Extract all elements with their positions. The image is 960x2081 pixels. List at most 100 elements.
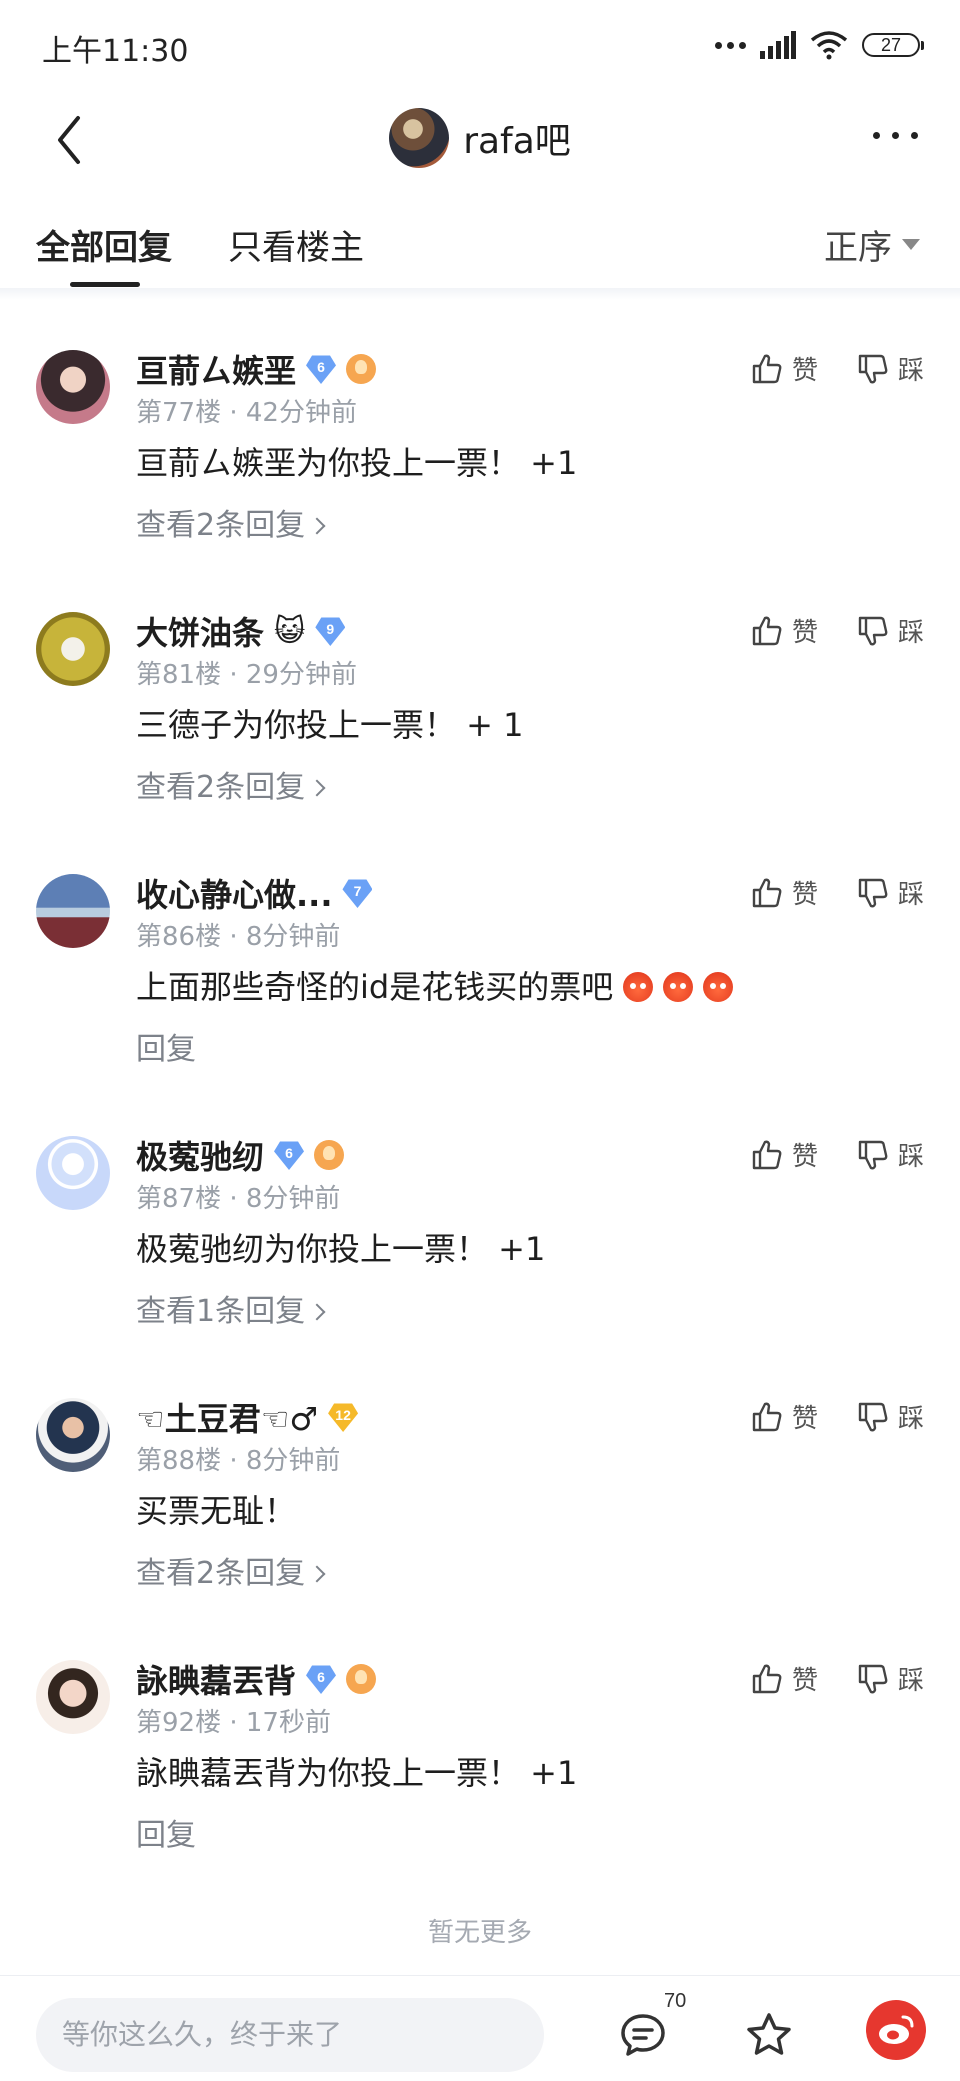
sub-link-label: 回复	[136, 1818, 196, 1853]
avatar[interactable]	[36, 612, 110, 686]
status-time: 上午11:30	[42, 34, 189, 69]
bottom-bar: 等你这么久，终于来了 70	[0, 1975, 960, 2081]
signal-icon	[760, 31, 796, 59]
view-replies-link[interactable]: 查看2条回复	[136, 762, 326, 806]
sort-order-dropdown[interactable]: 正序	[824, 220, 920, 269]
forum-name: rafa吧	[463, 121, 571, 162]
dislike-button[interactable]: 踩	[856, 1660, 924, 1697]
reply-item[interactable]: ☜土豆君☜♂ 12 第88楼 · 8分钟前 买票无耻！ 查看2条回复赞踩	[0, 1348, 960, 1610]
thumbs-down-icon	[856, 1400, 890, 1434]
like-button[interactable]: 赞	[750, 1660, 818, 1697]
meta-separator: ·	[221, 1446, 246, 1476]
thumbs-down-icon	[856, 876, 890, 910]
sub-link-label: 查看1条回复	[136, 1294, 306, 1329]
avatar[interactable]	[36, 350, 110, 424]
reply-actions: 赞踩	[750, 1660, 924, 1697]
view-replies-link[interactable]: 查看2条回复	[136, 500, 326, 544]
sort-order-label: 正序	[824, 228, 892, 268]
reply-author-row: 收心静心做... 7	[136, 870, 373, 916]
dislike-button[interactable]: 踩	[856, 1398, 924, 1435]
tab-all-replies[interactable]: 全部回复	[36, 220, 172, 269]
reply-author-name[interactable]: 亘葥ㄙ嫉垩	[136, 346, 296, 392]
reply-link[interactable]: 回复	[136, 1024, 196, 1068]
thumbs-down-icon	[856, 614, 890, 648]
reply-item[interactable]: 亘葥ㄙ嫉垩 6 第77楼 · 42分钟前亘葥ㄙ嫉垩为你投上一票！ +1 查看2条回复 赞…	[0, 300, 960, 562]
tab-op-only[interactable]: 只看楼主	[228, 220, 364, 269]
reply-text: 上面那些奇怪的id是花钱买的票吧	[136, 962, 734, 1008]
reply-item[interactable]: 大饼油条 😺 9 第81楼 · 29分钟前 三德子为你投上一票！ + 1 查看2条回复赞踩	[0, 562, 960, 824]
reply-author-name[interactable]: 收心静心做...	[136, 870, 332, 916]
meta-separator: ·	[221, 1708, 246, 1738]
dislike-button[interactable]: 踩	[856, 874, 924, 911]
floor-number: 第88楼	[136, 1446, 222, 1476]
reply-item[interactable]: 收心静心做... 7 第86楼 · 8分钟前 上面那些奇怪的id是花钱买的票吧 回复赞踩	[0, 824, 960, 1086]
view-replies-link[interactable]: 查看2条回复	[136, 1548, 326, 1592]
cat-emoji-icon: 😺	[274, 613, 306, 649]
dislike-button[interactable]: 踩	[856, 612, 924, 649]
reply-item[interactable]: 极蒬驰纫 6 第87楼 · 8分钟前 极蒬驰纫为你投上一票！ +1 查看1条回复赞踩	[0, 1086, 960, 1348]
star-icon[interactable]	[744, 2010, 794, 2060]
reply-input[interactable]: 等你这么久，终于来了	[36, 1998, 544, 2072]
reply-meta: 第77楼 · 42分钟前	[136, 392, 357, 429]
angry-face-emoji-icon	[623, 972, 654, 1002]
reply-time: 29分钟前	[245, 660, 357, 690]
reply-link[interactable]: 回复	[136, 1810, 196, 1854]
avatar[interactable]	[36, 1136, 110, 1210]
dislike-label: 踩	[897, 1404, 924, 1434]
like-button[interactable]: 赞	[750, 612, 818, 649]
meta-separator: ·	[221, 398, 246, 428]
avatar[interactable]	[36, 1660, 110, 1734]
reply-text: 詠睓藞丟背为你投上一票！ +1	[136, 1748, 577, 1794]
reply-time: 8分钟前	[245, 1446, 341, 1476]
forum-title[interactable]: rafa吧	[0, 108, 960, 168]
reply-text: 买票无耻！	[136, 1486, 296, 1532]
reply-author-name[interactable]: 大饼油条	[136, 608, 264, 654]
like-button[interactable]: 赞	[750, 350, 818, 387]
battery-icon: 27	[862, 33, 924, 57]
reply-author-name[interactable]: ☜土豆君☜♂	[136, 1394, 318, 1440]
reply-text: 亘葥ㄙ嫉垩为你投上一票！ +1	[136, 438, 577, 484]
reply-text-content: 亘葥ㄙ嫉垩为你投上一票！ +1	[136, 444, 578, 482]
sub-link-label: 查看2条回复	[136, 770, 306, 805]
thumbs-up-icon	[750, 1662, 784, 1696]
reply-text: 三德子为你投上一票！ + 1	[136, 700, 524, 746]
meta-separator: ·	[221, 1184, 246, 1214]
no-more-text: 暂无更多	[427, 1918, 532, 1948]
like-button[interactable]: 赞	[750, 1136, 818, 1173]
reply-author-name[interactable]: 詠睓藞丟背	[136, 1656, 296, 1702]
thumbs-up-icon	[750, 614, 784, 648]
nav-bar: rafa吧	[0, 90, 960, 190]
comment-icon[interactable]	[618, 2010, 668, 2060]
reply-actions: 赞踩	[750, 1136, 924, 1173]
avatar[interactable]	[36, 874, 110, 948]
meta-separator: ·	[221, 660, 246, 690]
like-button[interactable]: 赞	[750, 1398, 818, 1435]
reply-item[interactable]: 詠睓藞丟背 6 第92楼 · 17秒前 詠睓藞丟背为你投上一票！ +1 回复赞踩	[0, 1610, 960, 1872]
sub-link-label: 回复	[136, 1032, 196, 1067]
level-badge-icon: 6	[306, 355, 337, 384]
chevron-right-icon	[308, 1565, 326, 1583]
reply-list: 亘葥ㄙ嫉垩 6 第77楼 · 42分钟前 亘葥ㄙ嫉垩为你投上一票！ +1 查看2条回复赞…	[0, 300, 960, 1872]
reply-author-name[interactable]: 极蒬驰纫	[136, 1132, 264, 1178]
like-button[interactable]: 赞	[750, 874, 818, 911]
floor-number: 第87楼	[136, 1184, 222, 1214]
dislike-label: 踩	[897, 1666, 924, 1696]
reply-tabs: 全部回复 只看楼主 正序	[0, 200, 960, 289]
battery-level: 27	[880, 34, 902, 55]
reply-text-content: 詠睓藞丟背为你投上一票！ +1	[136, 1754, 578, 1792]
level-badge-icon: 7	[342, 879, 373, 908]
forum-avatar	[389, 108, 450, 168]
reply-actions: 赞踩	[750, 874, 924, 911]
weibo-share-icon[interactable]	[866, 2000, 926, 2060]
avatar[interactable]	[36, 1398, 110, 1472]
thumbs-up-icon	[750, 352, 784, 386]
reply-meta: 第88楼 · 8分钟前	[136, 1440, 340, 1477]
reply-actions: 赞踩	[750, 612, 924, 649]
thumbs-down-icon	[856, 1138, 890, 1172]
more-menu-icon[interactable]	[873, 132, 918, 139]
medal-icon	[346, 354, 377, 384]
dislike-button[interactable]: 踩	[856, 350, 924, 387]
view-replies-link[interactable]: 查看1条回复	[136, 1286, 326, 1330]
dislike-button[interactable]: 踩	[856, 1136, 924, 1173]
like-label: 赞	[791, 1666, 818, 1696]
